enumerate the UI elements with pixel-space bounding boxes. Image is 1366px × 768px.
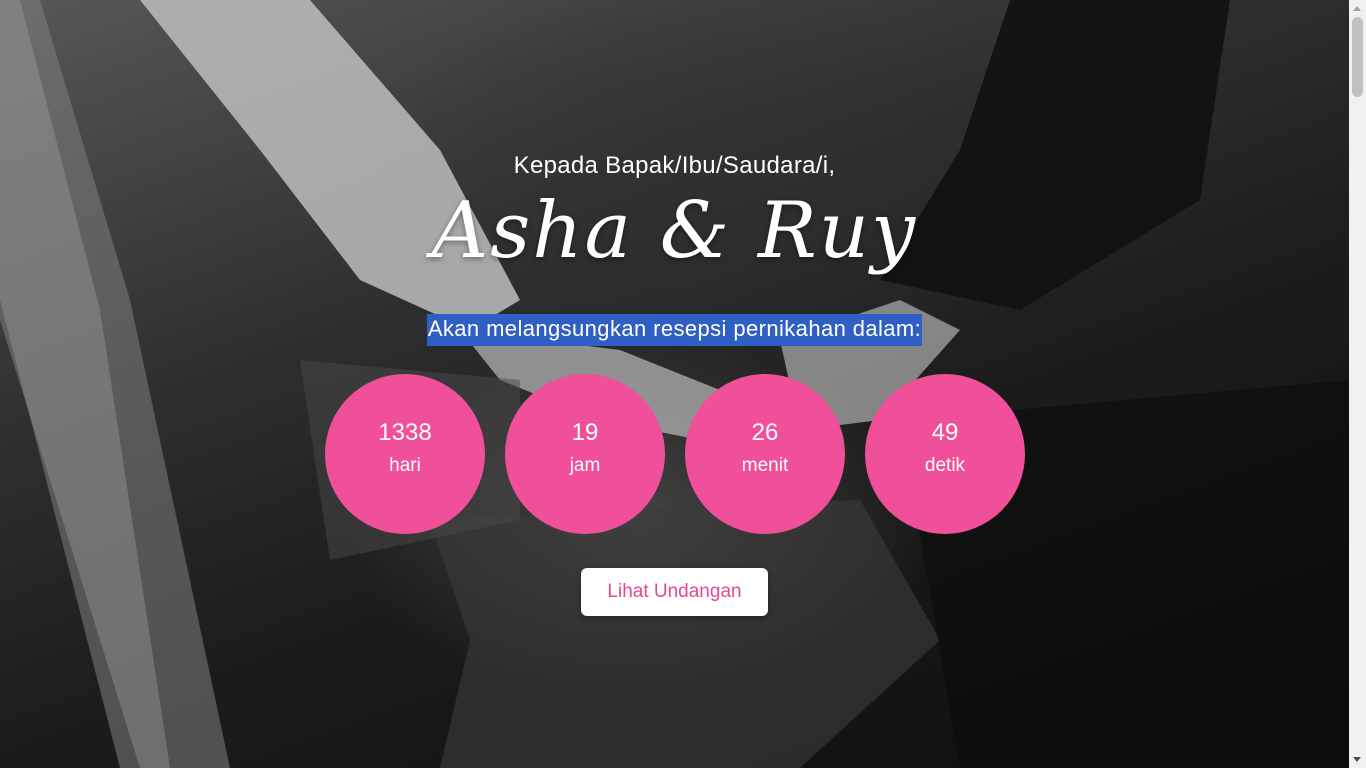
countdown-hours-value: 19 [571, 419, 599, 446]
countdown-seconds: 49 detik [865, 374, 1025, 534]
countdown-days-value: 1338 [378, 419, 432, 446]
subtitle-wrapper: Akan melangsungkan resepsi pernikahan da… [0, 314, 1349, 346]
scroll-up-arrow-icon[interactable] [1353, 6, 1361, 11]
countdown-minutes: 26 menit [685, 374, 845, 534]
greeting-text: Kepada Bapak/Ibu/Saudara/i, [513, 152, 836, 179]
scroll-down-arrow-icon[interactable] [1353, 757, 1361, 762]
countdown-days-unit: hari [389, 455, 421, 476]
countdown-hours: 19 jam [505, 374, 665, 534]
scrollbar-thumb[interactable] [1352, 17, 1363, 97]
countdown-hours-unit: jam [569, 455, 601, 476]
view-invitation-button[interactable]: Lihat Undangan [581, 568, 768, 616]
countdown-seconds-unit: detik [924, 455, 966, 476]
countdown-subtitle: Akan melangsungkan resepsi pernikahan da… [426, 314, 923, 346]
couple-names: Asha & Ruy [431, 186, 918, 276]
hero-content: Kepada Bapak/Ibu/Saudara/i, Asha & Ruy A… [0, 0, 1349, 768]
page: Kepada Bapak/Ibu/Saudara/i, Asha & Ruy A… [0, 0, 1366, 768]
countdown-minutes-value: 26 [751, 419, 779, 446]
countdown-seconds-value: 49 [931, 419, 959, 446]
countdown-timer: 1338 hari 19 jam 26 menit 49 detik [325, 374, 1025, 534]
vertical-scrollbar[interactable] [1349, 0, 1366, 768]
countdown-minutes-unit: menit [741, 455, 789, 476]
countdown-days: 1338 hari [325, 374, 485, 534]
